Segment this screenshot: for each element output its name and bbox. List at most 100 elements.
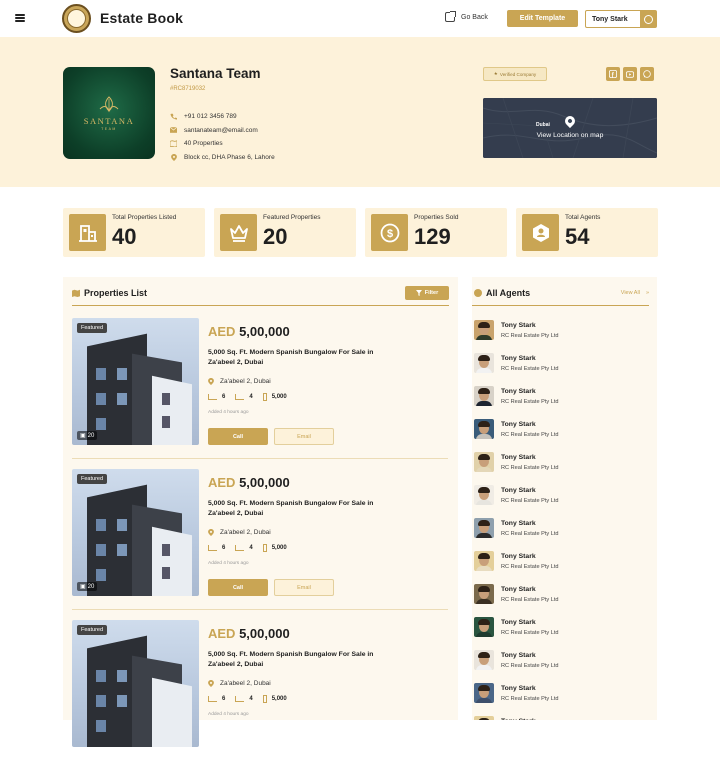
area-feature: 5,000: [262, 393, 287, 401]
agent-row[interactable]: Tony Stark: [474, 716, 652, 720]
email-row[interactable]: santanateam@email.com: [170, 124, 275, 138]
agent-company: RC Real Estate Pty Ltd: [501, 597, 559, 603]
property-title[interactable]: 5,000 Sq. Ft. Modern Spanish Bungalow Fo…: [208, 499, 398, 518]
beds-feature: 6: [208, 545, 225, 551]
agent-avatar: [474, 650, 494, 670]
agent-company: RC Real Estate Pty Ltd: [501, 333, 559, 339]
agent-name: Tony Stark: [501, 652, 536, 659]
properties-title: Properties List: [72, 288, 147, 298]
agent-company: RC Real Estate Pty Ltd: [501, 366, 559, 372]
filter-button[interactable]: Filter: [405, 286, 449, 300]
agent-row[interactable]: Tony Stark RC Real Estate Pty Ltd: [474, 518, 652, 551]
menu-icon[interactable]: [15, 14, 25, 22]
map-icon: [72, 289, 80, 297]
image-icon: ▣: [80, 584, 86, 590]
agent-name: Tony Stark: [501, 487, 536, 494]
agent-avatar: [474, 518, 494, 538]
agent-avatar: [474, 485, 494, 505]
agent-row[interactable]: Tony Stark RC Real Estate Pty Ltd: [474, 617, 652, 650]
property-card[interactable]: Featured AED 5,00,000 5,000 Sq. Ft. Mode…: [72, 610, 448, 761]
user-menu[interactable]: Tony Stark: [585, 10, 657, 28]
agent-row[interactable]: Tony Stark RC Real Estate Pty Ltd: [474, 683, 652, 716]
stat-label: Properties Sold: [414, 214, 459, 221]
featured-badge: Featured: [77, 474, 108, 484]
youtube-icon[interactable]: [623, 67, 637, 81]
agents-title: All Agents: [474, 288, 530, 298]
location-pin-icon: [208, 378, 214, 385]
property-photo[interactable]: Featured ▣ 20: [72, 469, 199, 596]
agent-row[interactable]: Tony Stark RC Real Estate Pty Ltd: [474, 485, 652, 518]
stat-label: Featured Properties: [263, 214, 321, 221]
building-icon: [69, 214, 106, 251]
user-name: Tony Stark: [592, 15, 628, 23]
agent-avatar: [474, 716, 494, 720]
added-time: Added 4 hours ago: [208, 712, 249, 717]
view-all-link[interactable]: View All »: [621, 290, 649, 296]
call-button[interactable]: Call: [208, 579, 268, 596]
location-pin-icon: [208, 680, 214, 687]
property-features: 6 4 5,000: [208, 695, 287, 703]
property-card[interactable]: Featured ▣ 20 AED 5,00,000 5,000 Sq. Ft. …: [72, 459, 448, 610]
company-id: #RC8719032: [170, 86, 206, 92]
agent-row[interactable]: Tony Stark RC Real Estate Pty Ltd: [474, 353, 652, 386]
agent-company: RC Real Estate Pty Ltd: [501, 432, 559, 438]
agent-row[interactable]: Tony Stark RC Real Estate Pty Ltd: [474, 551, 652, 584]
property-features: 6 4 5,000: [208, 544, 287, 552]
property-features: 6 4 5,000: [208, 393, 287, 401]
company-name: Santana Team: [170, 66, 261, 81]
filter-icon: [415, 290, 422, 296]
facebook-icon[interactable]: [606, 67, 620, 81]
email-button[interactable]: Email: [274, 579, 334, 596]
whatsapp-icon[interactable]: [640, 67, 654, 81]
agent-name: Tony Stark: [501, 553, 536, 560]
logo-subtext: TEAM: [101, 127, 117, 131]
agent-row[interactable]: Tony Stark RC Real Estate Pty Ltd: [474, 320, 652, 353]
edit-template-button[interactable]: Edit Template: [507, 10, 578, 27]
stat-value: 54: [565, 224, 590, 249]
property-title[interactable]: 5,000 Sq. Ft. Modern Spanish Bungalow Fo…: [208, 650, 398, 669]
svg-text:$: $: [386, 228, 392, 240]
agents-title-text: All Agents: [486, 288, 531, 298]
verified-badge: ★ Verified Company: [483, 67, 547, 81]
area-feature: 5,000: [262, 695, 287, 703]
stat-value: 20: [263, 224, 288, 249]
agent-avatar: [474, 452, 494, 472]
stat-label: Total Agents: [565, 214, 601, 221]
agent-row[interactable]: Tony Stark RC Real Estate Pty Ltd: [474, 584, 652, 617]
agent-avatar: [474, 584, 494, 604]
company-info-list: +91 012 3456 789 santanateam@email.com 4…: [170, 110, 275, 164]
star-icon: ★: [493, 71, 498, 76]
stat-value: 129: [414, 224, 451, 249]
location-pin-icon: [208, 529, 214, 536]
email-button[interactable]: Email: [274, 428, 334, 445]
bath-icon: [235, 696, 245, 702]
property-title[interactable]: 5,000 Sq. Ft. Modern Spanish Bungalow Fo…: [208, 348, 398, 367]
map-icon: [170, 140, 177, 148]
bed-icon: [208, 545, 217, 551]
area-icon: [262, 393, 267, 401]
double-chevron-right-icon: »: [645, 290, 649, 296]
bath-icon: [235, 545, 245, 551]
property-card[interactable]: Featured ▣ 20 AED 5,00,000 5,000 Sq. Ft. …: [72, 308, 448, 459]
property-photo[interactable]: Featured ▣ 20: [72, 318, 199, 445]
agent-company: RC Real Estate Pty Ltd: [501, 498, 559, 504]
agent-row[interactable]: Tony Stark RC Real Estate Pty Ltd: [474, 650, 652, 683]
brand-logo[interactable]: [62, 4, 91, 33]
agent-company: RC Real Estate Pty Ltd: [501, 663, 559, 669]
property-photo[interactable]: Featured: [72, 620, 199, 747]
agent-name: Tony Stark: [501, 619, 536, 626]
call-button[interactable]: Call: [208, 428, 268, 445]
property-price: AED 5,00,000: [208, 626, 290, 641]
agent-row[interactable]: Tony Stark RC Real Estate Pty Ltd: [474, 386, 652, 419]
agent-row[interactable]: Tony Stark RC Real Estate Pty Ltd: [474, 419, 652, 452]
phone-row[interactable]: +91 012 3456 789: [170, 110, 275, 124]
view-location-link[interactable]: View Location on map: [483, 132, 657, 139]
go-back-button[interactable]: Go Back: [445, 11, 488, 22]
agent-row[interactable]: Tony Stark RC Real Estate Pty Ltd: [474, 452, 652, 485]
baths-feature: 4: [235, 545, 253, 551]
property-location: Za'abeel 2, Dubai: [208, 680, 271, 687]
agent-company: RC Real Estate Pty Ltd: [501, 696, 559, 702]
location-map[interactable]: Dubai View Location on map: [483, 98, 657, 158]
agent-avatar: [474, 320, 494, 340]
company-hero: SANTANA TEAM Santana Team #RC8719032 +91…: [0, 37, 720, 187]
